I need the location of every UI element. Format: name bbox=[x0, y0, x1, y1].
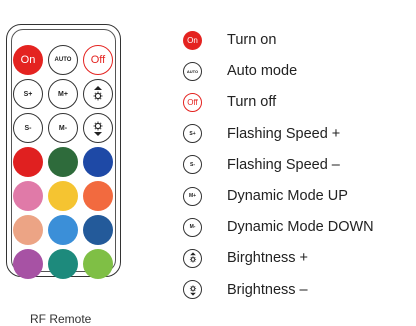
legend-label: Dynamic Mode UP bbox=[227, 188, 348, 204]
legend-item-speed-minus: S- Flashing Speed – bbox=[183, 155, 374, 175]
brightness-up-icon bbox=[88, 84, 108, 104]
color-button-blue[interactable] bbox=[83, 147, 113, 177]
legend-label: Auto mode bbox=[227, 63, 297, 79]
off-button[interactable]: Off bbox=[83, 45, 113, 75]
legend-item-mode-up: M+ Dynamic Mode UP bbox=[183, 186, 374, 206]
legend-item-brightness-down: Brightness – bbox=[183, 280, 374, 300]
speed-plus-button[interactable]: S+ bbox=[13, 79, 43, 109]
legend-label: Flashing Speed – bbox=[227, 157, 340, 173]
brightness-up-button[interactable] bbox=[83, 79, 113, 109]
color-button-pink[interactable] bbox=[13, 181, 43, 211]
brightness-down-icon bbox=[88, 118, 108, 138]
mode-minus-icon: M- bbox=[183, 218, 202, 237]
mode-plus-button[interactable]: M+ bbox=[48, 79, 78, 109]
auto-icon: AUTO bbox=[183, 62, 202, 81]
legend-item-turn-on: On Turn on bbox=[183, 30, 374, 50]
legend-label: Brightness – bbox=[227, 282, 308, 298]
color-button-navy[interactable] bbox=[83, 215, 113, 245]
on-button[interactable]: On bbox=[13, 45, 43, 75]
on-icon: On bbox=[183, 31, 202, 50]
color-button-peach[interactable] bbox=[13, 215, 43, 245]
color-button-red[interactable] bbox=[13, 147, 43, 177]
color-button-dark-green[interactable] bbox=[48, 147, 78, 177]
speed-minus-icon: S- bbox=[183, 155, 202, 174]
legend-label: Flashing Speed + bbox=[227, 126, 340, 142]
button-legend: On Turn on AUTO Auto mode Off Turn off S… bbox=[183, 30, 374, 300]
color-button-teal[interactable] bbox=[48, 249, 78, 279]
color-button-yellow[interactable] bbox=[48, 181, 78, 211]
off-icon: Off bbox=[183, 93, 202, 112]
legend-label: Birghtness + bbox=[227, 250, 308, 266]
auto-button[interactable]: AUTO bbox=[48, 45, 78, 75]
remote-caption: RF Remote bbox=[30, 312, 91, 326]
speed-plus-icon: S+ bbox=[183, 124, 202, 143]
legend-item-turn-off: Off Turn off bbox=[183, 92, 374, 112]
remote-button-grid: On AUTO Off S+ M+ S- M- bbox=[13, 45, 113, 279]
legend-item-brightness-up: Birghtness + bbox=[183, 248, 374, 268]
speed-minus-button[interactable]: S- bbox=[13, 113, 43, 143]
brightness-down-button[interactable] bbox=[83, 113, 113, 143]
rf-remote: On AUTO Off S+ M+ S- M- bbox=[6, 24, 121, 277]
brightness-down-icon bbox=[183, 280, 202, 299]
legend-label: Dynamic Mode DOWN bbox=[227, 219, 374, 235]
mode-plus-icon: M+ bbox=[183, 187, 202, 206]
legend-item-auto-mode: AUTO Auto mode bbox=[183, 61, 374, 81]
color-button-light-green[interactable] bbox=[83, 249, 113, 279]
legend-item-speed-plus: S+ Flashing Speed + bbox=[183, 124, 374, 144]
mode-minus-button[interactable]: M- bbox=[48, 113, 78, 143]
color-button-orange[interactable] bbox=[83, 181, 113, 211]
brightness-up-icon bbox=[183, 249, 202, 268]
legend-label: Turn on bbox=[227, 32, 276, 48]
color-button-purple[interactable] bbox=[13, 249, 43, 279]
legend-label: Turn off bbox=[227, 94, 276, 110]
color-button-light-blue[interactable] bbox=[48, 215, 78, 245]
legend-item-mode-down: M- Dynamic Mode DOWN bbox=[183, 217, 374, 237]
